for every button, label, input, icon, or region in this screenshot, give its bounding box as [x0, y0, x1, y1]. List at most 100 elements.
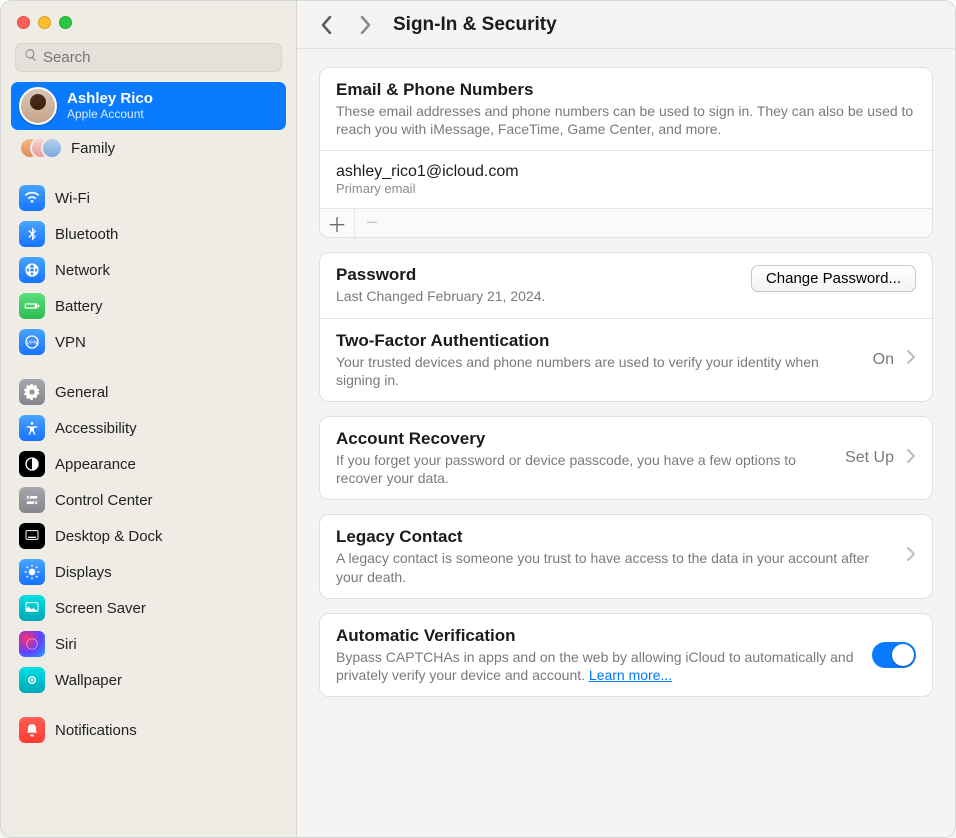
sidebar-item-control-center[interactable]: Control Center	[11, 482, 286, 518]
displays-icon	[19, 559, 45, 585]
add-button[interactable]: ＋	[320, 209, 354, 237]
two-factor-state: On	[873, 351, 894, 369]
email-phone-card: Email & Phone Numbers These email addres…	[319, 67, 933, 238]
account-recovery-title: Account Recovery	[336, 429, 833, 449]
sidebar-item-apple-account[interactable]: Ashley Rico Apple Account	[11, 82, 286, 130]
account-recovery-state: Set Up	[845, 449, 894, 467]
sidebar-item-bluetooth[interactable]: Bluetooth	[11, 216, 286, 252]
sidebar-item-label: Screen Saver	[55, 600, 146, 617]
email-label: Primary email	[336, 181, 916, 196]
wallpaper-icon	[19, 667, 45, 693]
sidebar-item-wifi[interactable]: Wi-Fi	[11, 180, 286, 216]
account-sub: Apple Account	[67, 108, 153, 122]
chevron-right-icon	[906, 449, 916, 468]
sidebar-item-label: Bluetooth	[55, 226, 118, 243]
sidebar-item-network[interactable]: Network	[11, 252, 286, 288]
search-input[interactable]	[43, 49, 273, 66]
sidebar-item-siri[interactable]: Siri	[11, 626, 286, 662]
email-phone-desc: These email addresses and phone numbers …	[336, 102, 916, 138]
legacy-contact-card: Legacy Contact A legacy contact is someo…	[319, 514, 933, 598]
sidebar-item-label: Network	[55, 262, 110, 279]
auto-verification-row: Automatic Verification Bypass CAPTCHAs i…	[320, 614, 932, 696]
sidebar-item-label: Notifications	[55, 722, 137, 739]
account-recovery-card: Account Recovery If you forget your pass…	[319, 416, 933, 500]
control-center-icon	[19, 487, 45, 513]
sidebar-item-battery[interactable]: Battery	[11, 288, 286, 324]
sidebar-item-label: Control Center	[55, 492, 153, 509]
legacy-contact-title: Legacy Contact	[336, 527, 894, 547]
screen-saver-icon	[19, 595, 45, 621]
nav-forward-button	[355, 11, 375, 39]
chevron-right-icon	[906, 547, 916, 566]
email-phone-title: Email & Phone Numbers	[336, 80, 916, 100]
account-name: Ashley Rico	[67, 90, 153, 107]
search-field-wrap[interactable]	[15, 43, 282, 72]
chevron-right-icon	[906, 350, 916, 369]
sidebar-item-label: Wi-Fi	[55, 190, 90, 207]
sidebar-item-general[interactable]: General	[11, 374, 286, 410]
account-recovery-row[interactable]: Account Recovery If you forget your pass…	[320, 417, 932, 499]
sidebar-item-screen-saver[interactable]: Screen Saver	[11, 590, 286, 626]
siri-icon	[19, 631, 45, 657]
titlebar	[1, 1, 296, 43]
two-factor-row[interactable]: Two-Factor Authentication Your trusted d…	[320, 318, 932, 401]
sidebar: Ashley Rico Apple Account Family Wi-Fi B…	[1, 1, 297, 837]
email-entry-row[interactable]: ashley_rico1@icloud.com Primary email	[320, 150, 932, 208]
battery-icon	[19, 293, 45, 319]
auto-verification-title: Automatic Verification	[336, 626, 860, 646]
minimize-window-button[interactable]	[38, 16, 51, 29]
password-2fa-card: Password Last Changed February 21, 2024.…	[319, 252, 933, 402]
gear-icon	[19, 379, 45, 405]
change-password-button[interactable]: Change Password...	[751, 265, 916, 292]
auto-verification-card: Automatic Verification Bypass CAPTCHAs i…	[319, 613, 933, 697]
window-controls	[17, 16, 72, 29]
account-recovery-desc: If you forget your password or device pa…	[336, 451, 833, 487]
sidebar-item-label: Displays	[55, 564, 112, 581]
sidebar-item-accessibility[interactable]: Accessibility	[11, 410, 286, 446]
sidebar-item-notifications[interactable]: Notifications	[11, 712, 286, 748]
legacy-contact-row[interactable]: Legacy Contact A legacy contact is someo…	[320, 515, 932, 597]
sidebar-item-family[interactable]: Family	[11, 130, 286, 166]
search-icon	[24, 48, 43, 67]
add-remove-bar: ＋ −	[320, 208, 932, 237]
desktop-dock-icon	[19, 523, 45, 549]
learn-more-link[interactable]: Learn more...	[589, 667, 672, 683]
sidebar-item-wallpaper[interactable]: Wallpaper	[11, 662, 286, 698]
accessibility-icon	[19, 415, 45, 441]
fullscreen-window-button[interactable]	[59, 16, 72, 29]
sidebar-item-label: Battery	[55, 298, 103, 315]
appearance-icon	[19, 451, 45, 477]
family-avatars	[19, 135, 61, 161]
minus-icon: −	[366, 212, 378, 235]
network-icon	[19, 257, 45, 283]
sidebar-item-label: Accessibility	[55, 420, 137, 437]
notifications-icon	[19, 717, 45, 743]
bluetooth-icon	[19, 221, 45, 247]
sidebar-item-label: Wallpaper	[55, 672, 122, 689]
close-window-button[interactable]	[17, 16, 30, 29]
nav-back-button[interactable]	[317, 11, 337, 39]
legacy-contact-desc: A legacy contact is someone you trust to…	[336, 549, 894, 585]
sidebar-item-label: VPN	[55, 334, 86, 351]
sidebar-item-appearance[interactable]: Appearance	[11, 446, 286, 482]
page-title: Sign-In & Security	[393, 14, 557, 36]
wifi-icon	[19, 185, 45, 211]
avatar	[19, 87, 57, 125]
sidebar-item-vpn[interactable]: VPN VPN	[11, 324, 286, 360]
password-desc: Last Changed February 21, 2024.	[336, 287, 739, 305]
vpn-icon: VPN	[19, 329, 45, 355]
main-panel: Sign-In & Security Email & Phone Numbers…	[297, 1, 955, 837]
plus-icon: ＋	[327, 209, 347, 238]
main-header: Sign-In & Security	[297, 1, 955, 49]
two-factor-title: Two-Factor Authentication	[336, 331, 861, 351]
remove-button: −	[355, 209, 389, 237]
sidebar-item-label: General	[55, 384, 108, 401]
sidebar-item-label: Appearance	[55, 456, 136, 473]
settings-window: Ashley Rico Apple Account Family Wi-Fi B…	[0, 0, 956, 838]
sidebar-item-displays[interactable]: Displays	[11, 554, 286, 590]
password-row: Password Last Changed February 21, 2024.…	[320, 253, 932, 317]
sidebar-item-label: Siri	[55, 636, 77, 653]
sidebar-item-desktop-dock[interactable]: Desktop & Dock	[11, 518, 286, 554]
sidebar-item-label: Family	[71, 140, 115, 157]
auto-verification-toggle[interactable]	[872, 642, 916, 668]
